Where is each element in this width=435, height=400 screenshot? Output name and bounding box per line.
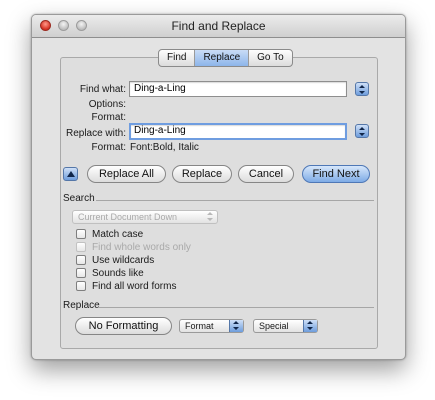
replace-format-value: Font:Bold, Italic (130, 142, 199, 153)
sounds-like-checkbox[interactable]: Sounds like (76, 267, 144, 279)
format-menu-label: Format (185, 321, 214, 331)
replace-with-label: Replace with: (65, 128, 126, 139)
match-case-label: Match case (92, 228, 144, 240)
cancel-button[interactable]: Cancel (238, 165, 294, 183)
use-wildcards-box[interactable] (76, 255, 86, 265)
use-wildcards-checkbox[interactable]: Use wildcards (76, 254, 154, 266)
replace-history-popup-icon[interactable] (355, 124, 369, 138)
word-forms-label: Find all word forms (92, 280, 177, 292)
tab-bar: Find Replace Go To (158, 49, 293, 67)
whole-words-checkbox: Find whole words only (76, 241, 191, 253)
word-forms-box[interactable] (76, 281, 86, 291)
tab-go-to[interactable]: Go To (248, 50, 292, 66)
select-arrows-icon (303, 320, 317, 332)
replace-with-input[interactable]: Ding-a-Ling (129, 123, 347, 140)
find-history-popup-icon[interactable] (355, 82, 369, 96)
special-menu-select[interactable]: Special (253, 319, 318, 333)
word-forms-checkbox[interactable]: Find all word forms (76, 280, 176, 292)
search-section-heading: Search (63, 193, 95, 204)
find-options-label: Options: (88, 99, 126, 110)
whole-words-box (76, 242, 86, 252)
tab-replace[interactable]: Replace (194, 50, 249, 66)
select-arrows-icon (204, 211, 217, 223)
replace-button[interactable]: Replace (172, 165, 232, 183)
replace-format-label: Format: (91, 142, 126, 153)
search-direction-value: Current Document Down (78, 212, 178, 222)
find-what-input[interactable]: Ding-a-Ling (129, 81, 347, 97)
no-formatting-button[interactable]: No Formatting (75, 317, 172, 335)
special-menu-label: Special (259, 321, 289, 331)
find-what-label: Find what: (79, 84, 126, 95)
search-direction-select: Current Document Down (72, 210, 218, 224)
match-case-box[interactable] (76, 229, 86, 239)
tab-find[interactable]: Find (159, 50, 194, 66)
sounds-like-label: Sounds like (92, 267, 144, 279)
replace-all-button[interactable]: Replace All (87, 165, 166, 183)
collapse-toggle-button[interactable] (63, 167, 78, 181)
find-replace-window: Find and Replace Find Replace Go To Find… (31, 14, 406, 360)
whole-words-label: Find whole words only (92, 241, 191, 253)
replace-section-heading: Replace (63, 300, 100, 311)
triangle-up-icon (67, 171, 75, 177)
select-arrows-icon (229, 320, 243, 332)
search-divider (96, 200, 374, 201)
window-title: Find and Replace (171, 19, 266, 33)
sounds-like-box[interactable] (76, 268, 86, 278)
title-bar[interactable]: Find and Replace (32, 15, 405, 38)
find-format-label: Format: (91, 112, 126, 123)
find-next-button[interactable]: Find Next (302, 165, 370, 183)
use-wildcards-label: Use wildcards (92, 254, 155, 266)
replace-divider (98, 307, 374, 308)
format-menu-select[interactable]: Format (179, 319, 244, 333)
match-case-checkbox[interactable]: Match case (76, 228, 143, 240)
